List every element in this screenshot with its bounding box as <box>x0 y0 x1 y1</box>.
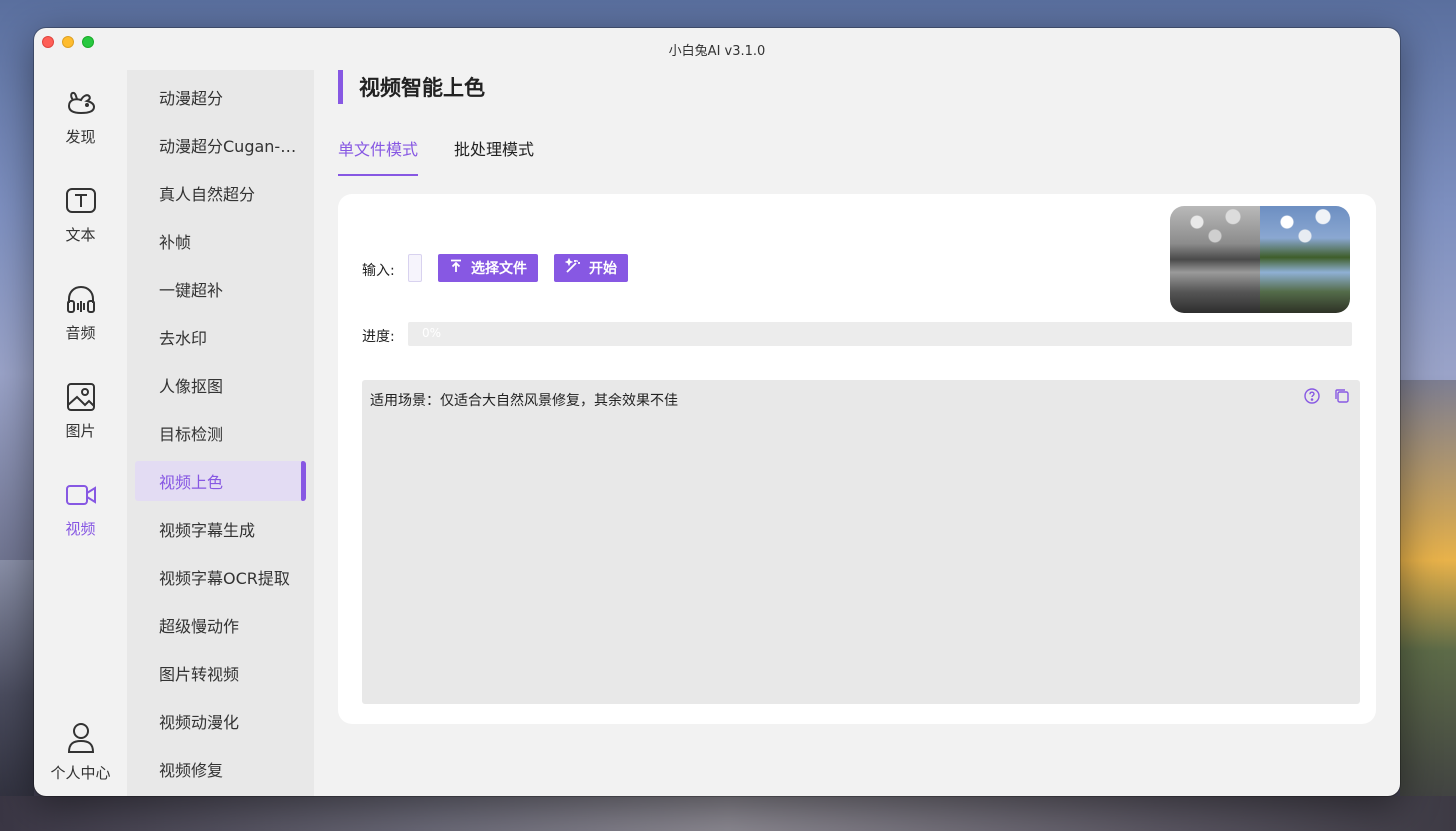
colorized-preview <box>1260 206 1350 313</box>
headphones-icon <box>64 282 98 316</box>
submenu-item[interactable]: 动漫超分Cugan-… <box>135 125 306 165</box>
description-text: 适用场景：仅适合大自然风景修复，其余效果不佳 <box>370 393 678 409</box>
maximize-window-button[interactable] <box>82 36 94 48</box>
user-icon <box>64 722 98 756</box>
colorize-preview-image <box>1170 206 1350 313</box>
nav-label: 个人中心 <box>50 764 111 782</box>
grayscale-preview <box>1170 206 1260 313</box>
input-label: 输入: <box>362 263 395 279</box>
video-camera-icon <box>64 478 98 512</box>
submenu-item[interactable]: 补帧 <box>135 221 306 261</box>
nav-label: 视频 <box>65 520 96 538</box>
nav-item-image[interactable]: 图片 <box>34 380 127 441</box>
text-icon <box>64 184 98 218</box>
submenu-item[interactable]: 目标检测 <box>135 413 306 453</box>
task-card: 输入: 选择文件 开始 进度: 0% 适用场景：仅适合大自然风景修复，其余效果不… <box>338 194 1376 724</box>
progress-label: 进度: <box>362 329 395 345</box>
mode-tabs: 单文件模式 批处理模式 <box>338 136 534 176</box>
progress-bar: 0% <box>408 322 1352 346</box>
submenu-item[interactable]: 动漫超分 <box>135 77 306 117</box>
progress-text: 0% <box>422 326 442 340</box>
nav-label: 音频 <box>65 324 96 342</box>
submenu-item[interactable]: 图片转视频 <box>135 653 306 693</box>
upload-icon <box>449 259 463 277</box>
desktop-wallpaper-right <box>1400 380 1456 831</box>
nav-item-text[interactable]: 文本 <box>34 184 127 245</box>
submenu-item[interactable]: 视频动漫化 <box>135 701 306 741</box>
window-controls <box>42 36 94 48</box>
nav-item-profile[interactable]: 个人中心 <box>34 722 127 783</box>
help-circle-icon[interactable] <box>1304 388 1322 406</box>
submenu-item[interactable]: 一键超补 <box>135 269 306 309</box>
copy-icon[interactable] <box>1334 388 1352 406</box>
submenu-item[interactable]: 超级慢动作 <box>135 605 306 645</box>
desktop-wallpaper-bottom <box>0 796 1456 831</box>
nav-item-video[interactable]: 视频 <box>34 478 127 539</box>
rabbit-icon <box>64 86 98 120</box>
select-file-label: 选择文件 <box>471 261 527 277</box>
page-title: 视频智能上色 <box>338 70 485 104</box>
magic-wand-icon <box>564 257 581 278</box>
main-panel: 视频智能上色 单文件模式 批处理模式 输入: 选择文件 开始 进度: 0% 适用… <box>314 70 1400 796</box>
minimize-window-button[interactable] <box>62 36 74 48</box>
nav-label: 文本 <box>65 226 96 244</box>
submenu-item[interactable]: 真人自然超分 <box>135 173 306 213</box>
tab-batch[interactable]: 批处理模式 <box>454 136 534 176</box>
nav-label: 发现 <box>65 128 96 146</box>
image-icon <box>64 380 98 414</box>
select-file-button[interactable]: 选择文件 <box>438 254 538 282</box>
description-box: 适用场景：仅适合大自然风景修复，其余效果不佳 <box>362 380 1360 704</box>
submenu-item-video-colorize[interactable]: 视频上色 <box>135 461 306 501</box>
primary-nav: 发现 文本 音频 图片 视频 个人中心 <box>34 70 127 796</box>
input-file-field[interactable] <box>408 254 422 282</box>
submenu-item[interactable]: 视频字幕OCR提取 <box>135 557 306 597</box>
tab-single-file[interactable]: 单文件模式 <box>338 136 419 176</box>
window-title: 小白兔AI v3.1.0 <box>668 43 766 59</box>
nav-label: 图片 <box>65 422 96 440</box>
submenu-item[interactable]: 去水印 <box>135 317 306 357</box>
submenu-item[interactable]: 视频修复 <box>135 749 306 789</box>
nav-item-audio[interactable]: 音频 <box>34 282 127 343</box>
feature-submenu: 动漫超分 动漫超分Cugan-… 真人自然超分 补帧 一键超补 去水印 人像抠图… <box>127 70 314 796</box>
start-label: 开始 <box>589 261 617 277</box>
submenu-item[interactable]: 人像抠图 <box>135 365 306 405</box>
start-button[interactable]: 开始 <box>554 254 628 282</box>
app-window: 小白兔AI v3.1.0 发现 文本 音频 图片 视频 个人中心 动漫超分 动漫… <box>34 28 1400 796</box>
close-window-button[interactable] <box>42 36 54 48</box>
submenu-item[interactable]: 视频字幕生成 <box>135 509 306 549</box>
desktop-wallpaper-left <box>0 560 34 831</box>
nav-item-discover[interactable]: 发现 <box>34 86 127 147</box>
title-bar: 小白兔AI v3.1.0 <box>34 28 1400 70</box>
